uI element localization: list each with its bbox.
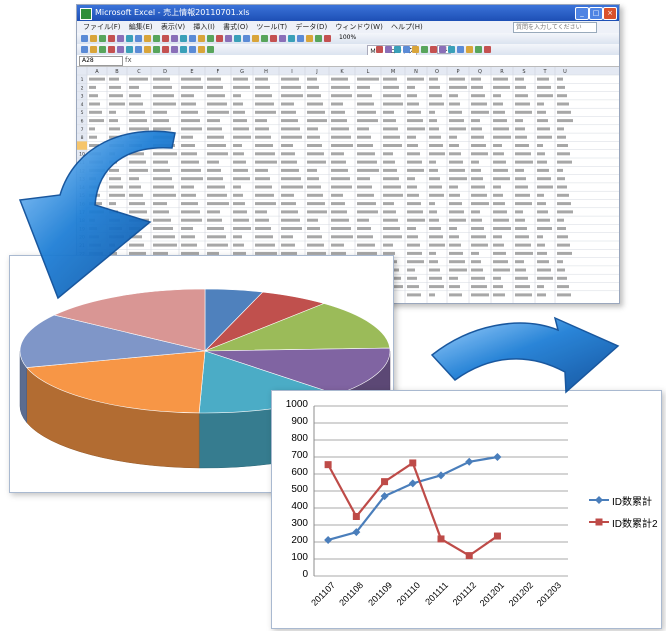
arrow-pie-to-line-chart-icon	[430, 316, 620, 394]
arrow-excel-to-pie-icon	[18, 130, 176, 300]
arrows-overlay	[18, 130, 620, 394]
